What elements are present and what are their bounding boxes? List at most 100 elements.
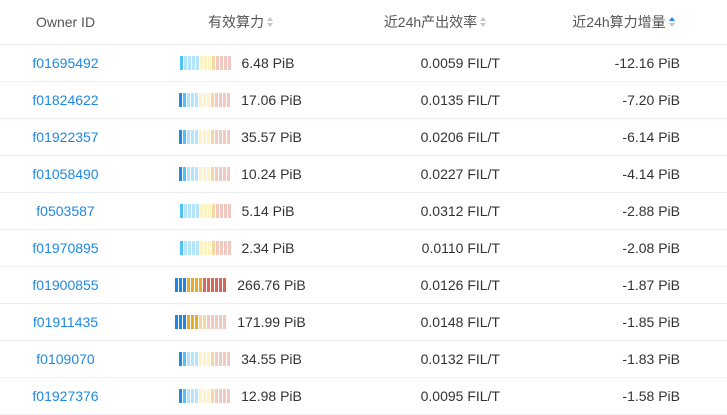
header-increase-label[interactable]: 近24h算力增量 <box>572 12 665 32</box>
table-row: f0503587 5.14 PiB 0.0312 FIL/T -2.88 PiB <box>0 193 727 230</box>
power-bar-segment <box>179 130 183 144</box>
efficiency-value: 0.0132 FIL/T <box>420 351 500 367</box>
power-bar-segment <box>211 204 215 218</box>
power-bar-segment <box>187 315 191 329</box>
power-bar-segment <box>227 352 231 366</box>
power-bar-segment <box>199 167 203 181</box>
power-bar-segment <box>175 278 179 292</box>
power-bar-segment <box>195 167 199 181</box>
power-bar-segment <box>195 315 199 329</box>
power-bar-segment <box>215 278 219 292</box>
header-power[interactable]: 有效算力 <box>131 0 350 44</box>
owner-id-link[interactable]: f01927376 <box>32 388 98 404</box>
header-efficiency[interactable]: 近24h产出效率 <box>350 0 520 44</box>
owner-id-link[interactable]: f01970895 <box>32 240 98 256</box>
power-bar-segment <box>223 278 227 292</box>
power-bar-segment <box>203 315 207 329</box>
power-bar-segment <box>199 93 203 107</box>
power-bar <box>175 278 227 292</box>
header-power-label[interactable]: 有效算力 <box>208 12 264 32</box>
efficiency-cell: 0.0148 FIL/T <box>350 304 520 340</box>
table-row: f01900855 266.76 PiB 0.0126 FIL/T -1.87 PiB <box>0 267 727 304</box>
increase-cell: -7.20 PiB <box>520 82 727 118</box>
owner-cell: f01911435 <box>0 304 131 340</box>
owner-cell: f0109070 <box>0 341 131 377</box>
power-bar-segment <box>187 389 191 403</box>
increase-value: -2.88 PiB <box>622 203 680 219</box>
power-value: 17.06 PiB <box>241 92 302 108</box>
power-bar-segment <box>223 204 227 218</box>
power-bar-segment <box>191 130 195 144</box>
owner-id-link[interactable]: f01058490 <box>32 166 98 182</box>
header-efficiency-label[interactable]: 近24h产出效率 <box>384 12 477 32</box>
owner-id-link[interactable]: f0503587 <box>36 203 94 219</box>
power-bar-segment <box>227 93 231 107</box>
power-value: 6.48 PiB <box>241 55 295 71</box>
power-bar-segment <box>183 130 187 144</box>
owner-cell: f01695492 <box>0 45 131 81</box>
owner-id-link[interactable]: f01911435 <box>33 314 98 330</box>
owner-id-link[interactable]: f01824622 <box>32 92 98 108</box>
power-bar-segment <box>199 241 203 255</box>
sort-icon[interactable] <box>480 17 487 27</box>
power-bar-segment <box>207 315 211 329</box>
table-row: f01824622 17.06 PiB 0.0135 FIL/T -7.20 PiB <box>0 82 727 119</box>
power-bar-segment <box>207 389 211 403</box>
power-bar-segment <box>183 278 187 292</box>
power-bar-segment <box>195 56 199 70</box>
efficiency-cell: 0.0132 FIL/T <box>350 341 520 377</box>
efficiency-value: 0.0135 FIL/T <box>420 92 500 108</box>
power-bar-segment <box>187 56 191 70</box>
power-bar-segment <box>203 389 207 403</box>
power-bar-segment <box>179 93 183 107</box>
sort-icon[interactable] <box>267 17 273 27</box>
increase-value: -1.85 PiB <box>622 314 680 330</box>
owner-id-link[interactable]: f01900855 <box>32 277 98 293</box>
power-bar-segment <box>195 130 199 144</box>
power-bar-segment <box>215 56 219 70</box>
table-body: f01695492 6.48 PiB 0.0059 FIL/T -12.16 PiB f… <box>0 45 727 415</box>
power-bar-segment <box>179 241 183 255</box>
power-cell: 17.06 PiB <box>131 82 350 118</box>
power-bar-segment <box>179 56 183 70</box>
sort-active-icon[interactable] <box>668 17 675 27</box>
power-bar-segment <box>195 352 199 366</box>
power-bar-segment <box>223 167 227 181</box>
power-value: 34.55 PiB <box>241 351 302 367</box>
increase-cell: -2.08 PiB <box>520 230 727 266</box>
power-bar-segment <box>191 93 195 107</box>
owner-id-link[interactable]: f01695492 <box>32 55 98 71</box>
power-value: 10.24 PiB <box>241 166 302 182</box>
power-bar-segment <box>191 352 195 366</box>
power-bar-segment <box>219 204 223 218</box>
power-bar-segment <box>183 241 187 255</box>
power-bar-segment <box>191 56 195 70</box>
power-value: 171.99 PiB <box>237 314 306 330</box>
owner-id-link[interactable]: f01922357 <box>32 129 98 145</box>
power-cell: 266.76 PiB <box>131 267 350 303</box>
power-cell: 5.14 PiB <box>131 193 350 229</box>
power-bar-segment <box>207 167 211 181</box>
power-bar-segment <box>223 130 227 144</box>
power-bar-segment <box>211 315 215 329</box>
owner-cell: f0503587 <box>0 193 131 229</box>
power-bar-segment <box>203 167 207 181</box>
power-bar-segment <box>199 204 203 218</box>
efficiency-value: 0.0227 FIL/T <box>420 166 500 182</box>
efficiency-value: 0.0206 FIL/T <box>420 129 500 145</box>
header-owner-id: Owner ID <box>0 0 131 44</box>
power-bar-segment <box>183 56 187 70</box>
header-increase[interactable]: 近24h算力增量 <box>520 0 727 44</box>
power-cell: 34.55 PiB <box>131 341 350 377</box>
power-bar-segment <box>199 389 203 403</box>
increase-value: -6.14 PiB <box>622 129 680 145</box>
increase-cell: -12.16 PiB <box>520 45 727 81</box>
increase-value: -7.20 PiB <box>622 92 680 108</box>
efficiency-value: 0.0312 FIL/T <box>420 203 500 219</box>
power-bar-segment <box>187 278 191 292</box>
efficiency-value: 0.0126 FIL/T <box>420 277 500 293</box>
owner-id-link[interactable]: f0109070 <box>36 351 94 367</box>
power-bar-segment <box>211 56 215 70</box>
power-bar-segment <box>219 315 223 329</box>
table-row: f0109070 34.55 PiB 0.0132 FIL/T -1.83 PiB <box>0 341 727 378</box>
